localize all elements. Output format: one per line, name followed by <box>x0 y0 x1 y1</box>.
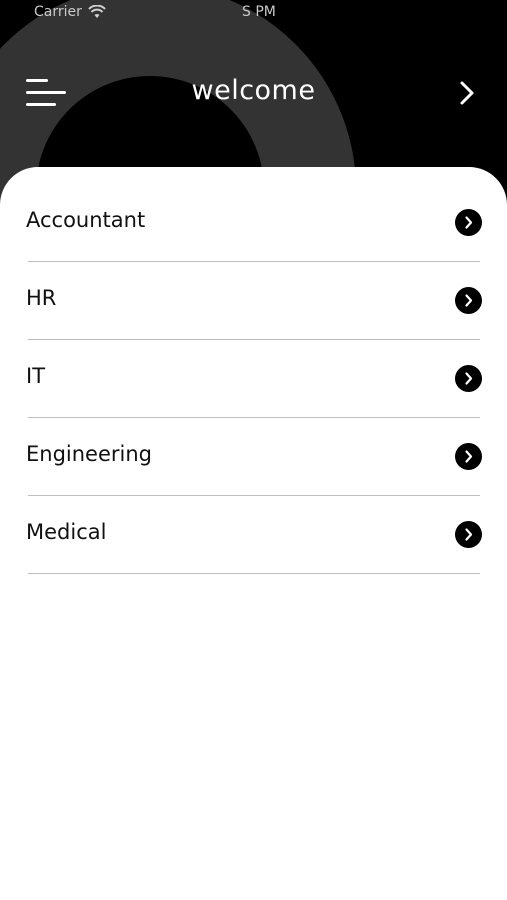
chevron-right-icon <box>460 81 474 105</box>
carrier-label: Carrier <box>34 4 82 20</box>
divider <box>28 573 480 574</box>
list-item-medical[interactable]: Medical <box>0 496 507 574</box>
category-list: Accountant HR IT Engineering Medical <box>0 184 507 574</box>
circle-chevron-right-icon <box>455 443 482 470</box>
status-time: S PM <box>242 4 276 20</box>
page-title: welcome <box>191 75 316 106</box>
list-item-accountant[interactable]: Accountant <box>0 184 507 262</box>
list-item-hr[interactable]: HR <box>0 262 507 340</box>
app-screen: Carrier S PM welcome Accountant HR IT En… <box>0 0 507 900</box>
circle-chevron-right-icon <box>455 209 482 236</box>
status-bar: Carrier S PM <box>0 0 507 26</box>
circle-chevron-right-icon <box>455 521 482 548</box>
next-button[interactable] <box>452 78 482 108</box>
category-card: Accountant HR IT Engineering Medical <box>0 167 507 900</box>
circle-chevron-right-icon <box>455 287 482 314</box>
list-item-engineering[interactable]: Engineering <box>0 418 507 496</box>
wifi-icon <box>88 5 106 18</box>
list-item-label: Accountant <box>26 208 146 232</box>
header: welcome <box>0 60 507 126</box>
list-item-label: Medical <box>26 520 107 544</box>
list-item-label: HR <box>26 286 57 310</box>
circle-chevron-right-icon <box>455 365 482 392</box>
list-item-it[interactable]: IT <box>0 340 507 418</box>
status-carrier: Carrier <box>34 4 106 20</box>
list-item-label: Engineering <box>26 442 152 466</box>
list-item-label: IT <box>26 364 46 388</box>
